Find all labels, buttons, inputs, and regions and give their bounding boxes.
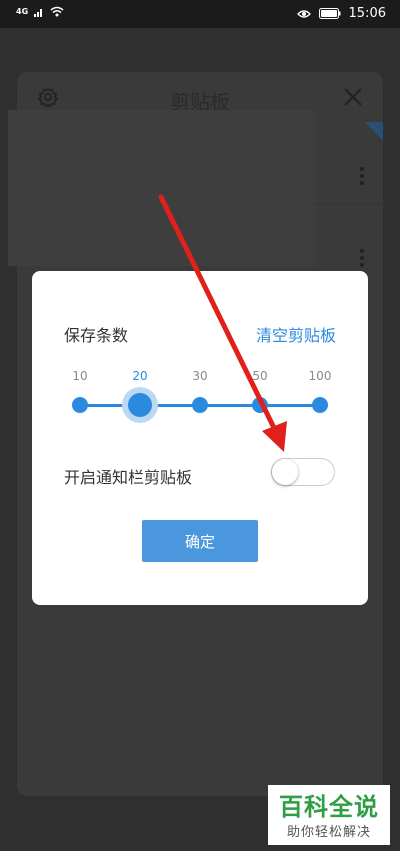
- close-icon[interactable]: [343, 87, 363, 107]
- clipboard-settings-dialog: 保存条数 清空剪贴板 10 20 30 50 100 开启通知栏剪贴板 确定: [32, 271, 368, 605]
- more-vertical-icon[interactable]: [359, 166, 365, 186]
- toggle-knob: [272, 459, 298, 485]
- slider-step-dot[interactable]: [72, 397, 88, 413]
- blurred-clip-content: [8, 110, 316, 266]
- slider-step-dot[interactable]: [252, 397, 268, 413]
- row-divider: [313, 204, 383, 205]
- clear-clipboard-link[interactable]: 清空剪贴板: [256, 322, 336, 346]
- more-vertical-icon[interactable]: [359, 248, 365, 268]
- slider-tick-label: 20: [132, 369, 148, 383]
- eye-icon: [296, 9, 311, 18]
- slider-thumb[interactable]: [128, 393, 152, 417]
- watermark-slogan: 助你轻松解决: [286, 825, 371, 840]
- watermark-brand: 百科全说: [279, 793, 379, 821]
- slider-tick-label: 10: [72, 369, 88, 383]
- save-count-label: 保存条数: [64, 326, 129, 345]
- confirm-button[interactable]: 确定: [142, 520, 258, 562]
- watermark-logo: 百科全说 助你轻松解决: [268, 785, 390, 845]
- notification-clipboard-label: 开启通知栏剪贴板: [64, 468, 193, 487]
- signal-icon: [34, 8, 43, 17]
- clock: 15:06: [348, 6, 386, 21]
- battery-icon: [318, 8, 341, 19]
- slider-step-dot[interactable]: [192, 397, 208, 413]
- status-left: 4G: [16, 6, 64, 17]
- corner-ribbon: [357, 122, 383, 148]
- wifi-icon: [50, 6, 64, 17]
- slider-tick-label: 100: [308, 369, 332, 383]
- slider-tick-label: 50: [252, 369, 268, 383]
- status-right: 15:06: [296, 6, 386, 21]
- signal-type: 4G: [16, 7, 29, 16]
- slider-tick-label: 30: [192, 369, 208, 383]
- status-bar: 4G 15:06: [0, 0, 400, 28]
- slider-step-dot[interactable]: [312, 397, 328, 413]
- notification-clipboard-toggle[interactable]: [271, 458, 335, 486]
